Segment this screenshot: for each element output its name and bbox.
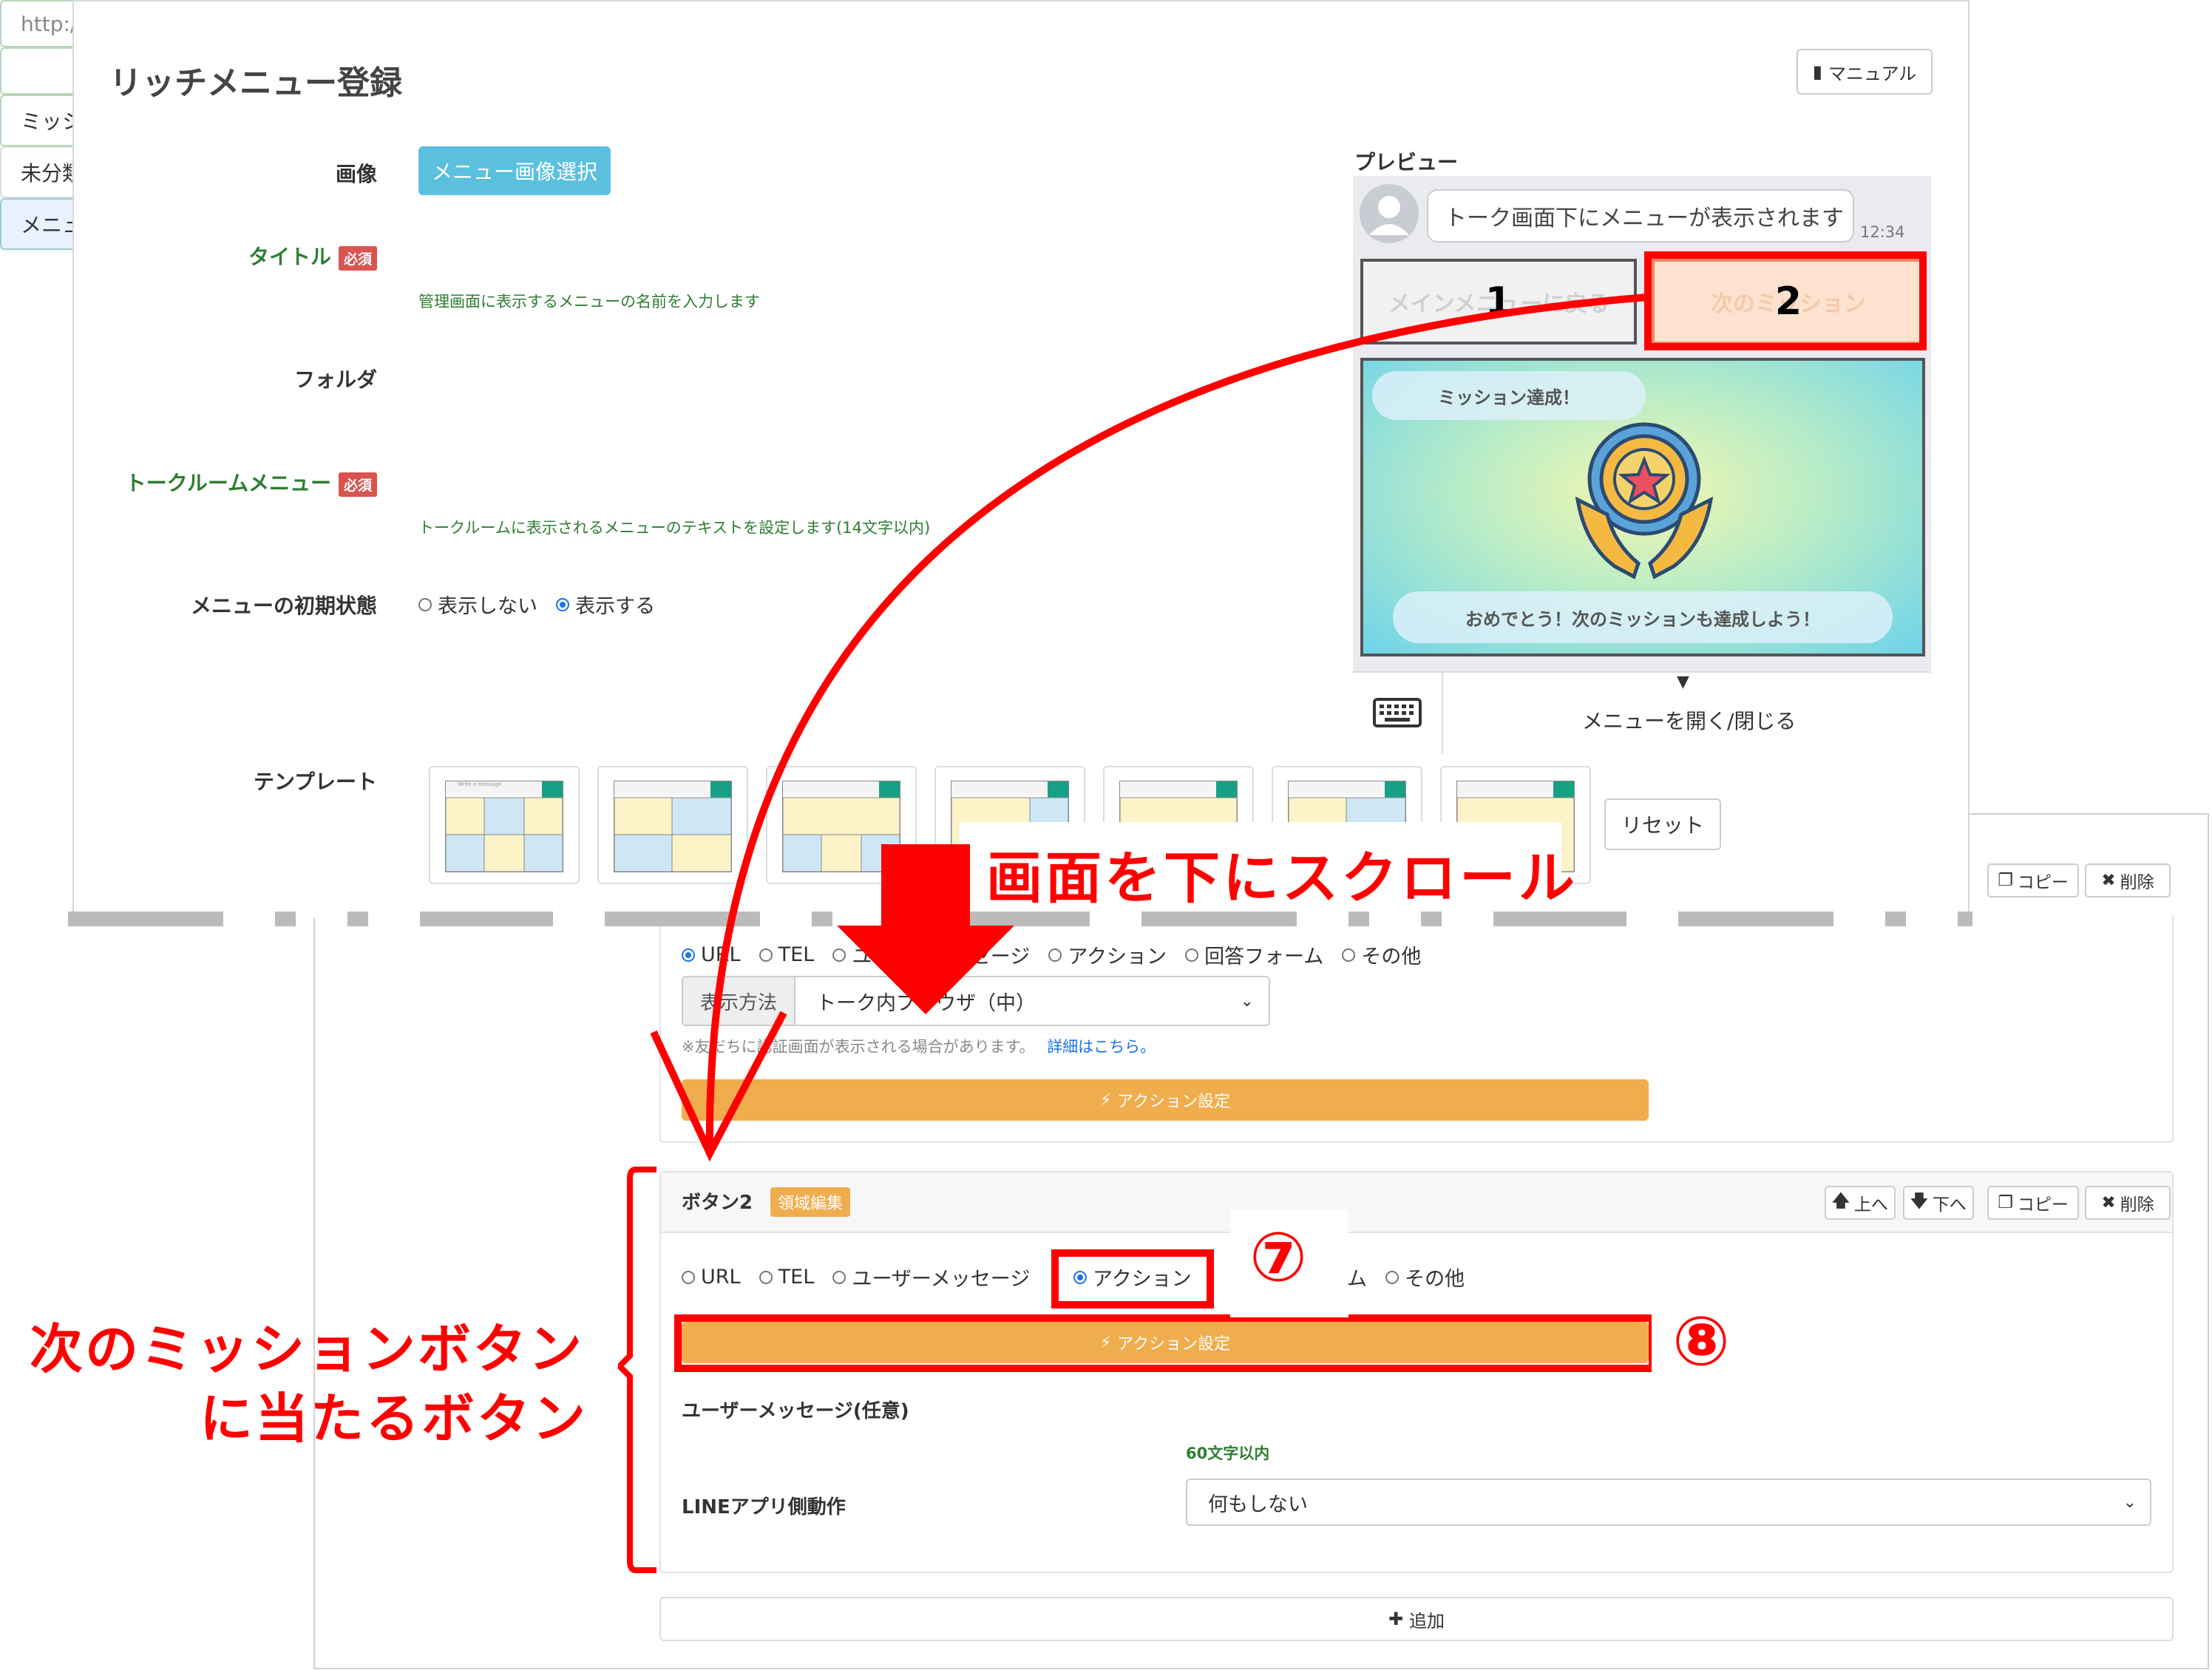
- curved-arrow: [650, 293, 1648, 1162]
